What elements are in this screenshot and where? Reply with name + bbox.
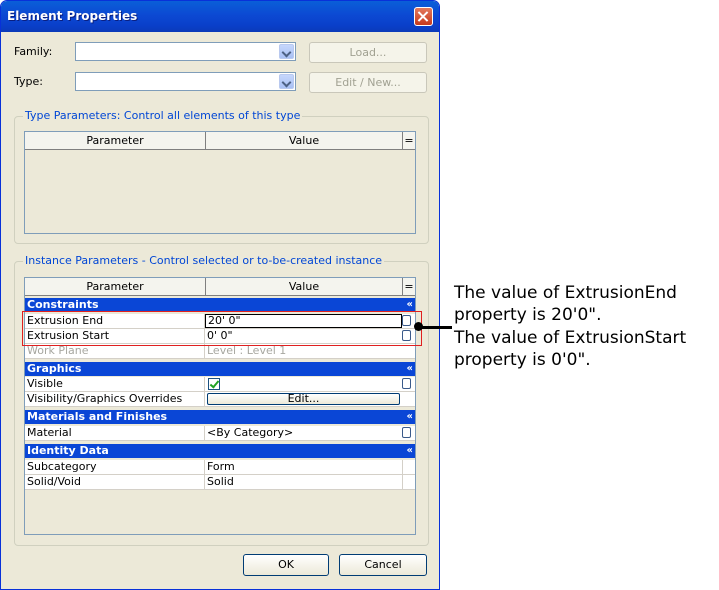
category-identity-data[interactable]: Identity Data « xyxy=(25,444,415,458)
dialog-title: Element Properties xyxy=(7,9,138,23)
row-spacer xyxy=(402,460,412,474)
row-spacer xyxy=(402,475,412,489)
row-visibility-overrides[interactable]: Visibility/Graphics Overrides Edit... xyxy=(25,392,415,407)
solid-void-value[interactable]: Solid xyxy=(205,475,402,489)
edit-overrides-button[interactable]: Edit... xyxy=(207,393,400,405)
subcategory-value[interactable]: Form xyxy=(205,460,402,474)
column-header-equals[interactable]: = xyxy=(403,278,415,296)
chevron-down-icon[interactable] xyxy=(279,44,294,59)
column-header-parameter[interactable]: Parameter xyxy=(25,278,206,296)
category-label: Constraints xyxy=(27,298,99,311)
type-label: Type: xyxy=(14,75,43,88)
collapse-icon[interactable]: « xyxy=(407,444,413,458)
param-name: Work Plane xyxy=(25,344,205,358)
type-parameters-title: Type Parameters: Control all elements of… xyxy=(23,109,303,122)
callout-line xyxy=(420,326,452,329)
ok-button[interactable]: OK xyxy=(243,554,329,576)
annotation-line-3: The value of ExtrusionStart xyxy=(454,328,687,348)
column-header-parameter[interactable]: Parameter xyxy=(25,132,206,150)
column-header-equals[interactable]: = xyxy=(403,132,415,150)
associate-parameter-button[interactable] xyxy=(402,378,411,389)
associate-parameter-button[interactable] xyxy=(402,427,411,438)
row-work-plane: Work Plane Level : Level 1 xyxy=(25,344,415,359)
row-visible[interactable]: Visible xyxy=(25,377,415,392)
highlight-box xyxy=(22,311,422,346)
category-label: Identity Data xyxy=(27,444,109,457)
category-materials[interactable]: Materials and Finishes « xyxy=(25,410,415,424)
column-header-value[interactable]: Value xyxy=(206,278,403,296)
family-label: Family: xyxy=(14,45,53,58)
row-subcategory[interactable]: Subcategory Form xyxy=(25,460,415,475)
work-plane-value: Level : Level 1 xyxy=(207,344,287,357)
collapse-icon[interactable]: « xyxy=(407,298,413,312)
collapse-icon[interactable]: « xyxy=(407,410,413,424)
load-button[interactable]: Load... xyxy=(309,42,427,63)
category-label: Materials and Finishes xyxy=(27,410,168,423)
annotation-line-4: property is 0'0". xyxy=(454,350,591,370)
element-properties-dialog: Element Properties Family: Load... Type:… xyxy=(0,0,440,590)
annotation-line-1: The value of ExtrusionEnd xyxy=(454,283,677,303)
title-bar[interactable]: Element Properties xyxy=(1,1,439,32)
param-name: Material xyxy=(25,426,205,440)
category-constraints[interactable]: Constraints « xyxy=(25,298,415,312)
row-material[interactable]: Material <By Category> xyxy=(25,426,415,441)
param-value-cell[interactable] xyxy=(205,377,402,391)
column-header-value[interactable]: Value xyxy=(206,132,403,150)
type-combo[interactable] xyxy=(75,72,296,91)
param-name: Subcategory xyxy=(25,460,205,474)
category-label: Graphics xyxy=(27,362,82,375)
collapse-icon[interactable]: « xyxy=(407,362,413,376)
chevron-down-icon[interactable] xyxy=(279,74,294,89)
close-button[interactable] xyxy=(414,7,433,26)
annotation-line-2: property is 20'0". xyxy=(454,305,602,325)
family-combo[interactable] xyxy=(75,42,296,61)
cancel-button[interactable]: Cancel xyxy=(339,554,427,576)
edit-new-button[interactable]: Edit / New... xyxy=(309,72,427,93)
row-solid-void[interactable]: Solid/Void Solid xyxy=(25,475,415,490)
param-value-cell[interactable]: Edit... xyxy=(205,392,402,406)
instance-parameters-title: Instance Parameters - Control selected o… xyxy=(23,254,385,267)
material-value[interactable]: <By Category> xyxy=(205,426,402,440)
param-name: Solid/Void xyxy=(25,475,205,489)
param-name: Visible xyxy=(25,377,205,391)
param-name: Visibility/Graphics Overrides xyxy=(25,392,205,406)
category-graphics[interactable]: Graphics « xyxy=(25,362,415,376)
visible-checkbox[interactable] xyxy=(208,378,220,390)
type-parameters-grid[interactable]: Parameter Value = xyxy=(24,131,416,234)
